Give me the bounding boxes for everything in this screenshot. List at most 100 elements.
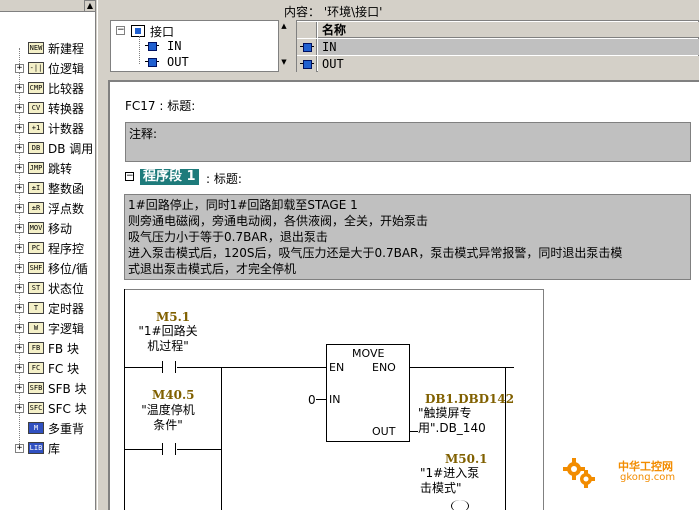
move-out-address[interactable]: DB1.DBD142 (425, 392, 514, 406)
catalog-item[interactable]: + ST 状态位 (0, 278, 96, 298)
catalog-item[interactable]: + ±I 整数函 (0, 178, 96, 198)
interface-tree-root[interactable]: 接口 (131, 23, 174, 39)
interface-table-header-name[interactable]: 名称 (318, 22, 699, 38)
catalog-item[interactable]: + FC FC 块 (0, 358, 96, 378)
content-path-label: 内容： '环境\接口' (284, 5, 383, 19)
fc-block-icon: FC (28, 362, 44, 374)
expand-plus-icon[interactable]: + (15, 123, 24, 133)
in-wire (316, 399, 326, 400)
expand-plus-icon[interactable]: + (15, 403, 24, 413)
word-logic-icon: W (28, 322, 44, 334)
catalog-item[interactable]: + PC 程序控 (0, 238, 96, 258)
tree-connector (139, 36, 140, 64)
integer-math-icon: ±I (28, 182, 44, 194)
expand-plus-icon[interactable]: + (15, 83, 24, 93)
catalog-item[interactable]: + JMP 跳转 (0, 158, 96, 178)
interface-tree-item-out[interactable]: OUT (145, 54, 189, 70)
catalog-item-label: 定时器 (48, 301, 85, 316)
interface-tree-item-in[interactable]: IN (145, 38, 181, 54)
expand-plus-icon[interactable]: + (15, 103, 24, 113)
contact-1-symbol-line: "1#回路关 (138, 324, 198, 338)
interface-tree-scrollbar[interactable]: ▲ ▼ (278, 20, 289, 72)
catalog-item[interactable]: + SFB SFB 块 (0, 378, 96, 398)
expand-plus-icon[interactable]: + (15, 203, 24, 213)
expand-plus-icon[interactable]: + (15, 223, 24, 233)
catalog-item[interactable]: + CV 转换器 (0, 98, 96, 118)
status-bits-icon: ST (28, 282, 44, 294)
interface-table-row-out[interactable]: OUT (318, 56, 699, 72)
catalog-item[interactable]: + W 字逻辑 (0, 318, 96, 338)
expand-plus-icon[interactable]: + (15, 183, 24, 193)
expand-plus-icon[interactable]: + (15, 243, 24, 253)
network-collapse-toggle[interactable]: − (125, 172, 134, 181)
expand-plus-icon[interactable]: + (15, 363, 24, 373)
expand-plus-icon[interactable]: + (15, 303, 24, 313)
catalog-item[interactable]: + +1 计数器 (0, 118, 96, 138)
catalog-item-label: 浮点数 (48, 201, 85, 216)
coil-symbol-shape[interactable] (451, 500, 469, 510)
catalog-item-label: 比较器 (48, 81, 85, 96)
coil-symbol[interactable]: "1#进入泵 击模式" (420, 466, 500, 496)
move-out-symbol[interactable]: "触摸屏专 用".DB_140 (418, 406, 498, 436)
network-comment-box[interactable]: 1#回路停止，同时1#回路卸载至STAGE 1 则旁通电磁阀，旁通电动阀，各供液… (124, 194, 691, 280)
contact-1-address[interactable]: M5.1 (156, 310, 190, 324)
network-label[interactable]: 程序段 1 (140, 169, 199, 185)
expand-plus-icon[interactable]: + (15, 283, 24, 293)
contact-1-no-contact[interactable] (162, 361, 176, 373)
interface-tree-root-label: 接口 (150, 24, 175, 39)
coil-address[interactable]: M50.1 (445, 452, 488, 466)
catalog-item[interactable]: + SHF 移位/循 (0, 258, 96, 278)
sfc-block-icon: SFC (28, 402, 44, 414)
shift-rotate-icon: SHF (28, 262, 44, 274)
move-out-symbol-line: 用".DB_140 (418, 421, 486, 435)
network-title[interactable]: : 标题: (206, 170, 242, 187)
block-comment-box[interactable]: 注释: (125, 122, 691, 162)
interface-table-row-in[interactable]: IN (318, 39, 699, 55)
input-pin-icon (145, 42, 159, 51)
expand-plus-icon[interactable]: + (15, 63, 24, 73)
output-pin-icon (300, 60, 314, 69)
rung-branch-wire (505, 367, 506, 510)
expand-plus-icon[interactable]: + (15, 383, 24, 393)
catalog-item[interactable]: + T 定时器 (0, 298, 96, 318)
catalog-item-label: 字逻辑 (48, 321, 85, 336)
catalog-item[interactable]: NEW 新建程 (0, 38, 96, 58)
catalog-item-label: 移动 (48, 221, 73, 236)
catalog-item[interactable]: + ±R 浮点数 (0, 198, 96, 218)
catalog-item[interactable]: + -|| 位逻辑 (0, 58, 96, 78)
catalog-item-label: 移位/循 (48, 261, 89, 276)
bit-logic-icon: -|| (28, 62, 44, 74)
converter-icon: CV (28, 102, 44, 114)
expand-plus-icon[interactable]: + (15, 323, 24, 333)
contact-2-no-contact[interactable] (162, 443, 176, 455)
interface-tree-collapse-toggle[interactable]: − (116, 26, 125, 35)
move-in-value[interactable]: 0 (308, 393, 316, 407)
catalog-item[interactable]: + SFC SFC 块 (0, 398, 96, 418)
catalog-item[interactable]: + CMP 比较器 (0, 78, 96, 98)
expand-plus-icon[interactable]: + (15, 143, 24, 153)
contact-2-symbol[interactable]: "温度停机 条件" (130, 403, 206, 433)
catalog-item-label: SFB 块 (48, 381, 87, 396)
rung-wire (177, 449, 221, 450)
catalog-item[interactable]: M 多重背 (0, 418, 96, 438)
expand-plus-icon[interactable]: + (15, 443, 24, 453)
counter-icon: +1 (28, 122, 44, 134)
catalog-item[interactable]: + DB DB 调用 (0, 138, 96, 158)
float-math-icon: ±R (28, 202, 44, 214)
catalog-item[interactable]: + FB FB 块 (0, 338, 96, 358)
pane-splitter[interactable] (97, 0, 107, 510)
block-title[interactable]: FC17 : 标题: (125, 97, 195, 114)
rung-wire (125, 367, 162, 368)
expand-plus-icon[interactable]: + (15, 163, 24, 173)
interface-table-corner (297, 22, 317, 38)
expand-plus-icon[interactable]: + (15, 263, 24, 273)
program-control-icon: PC (28, 242, 44, 254)
expand-plus-icon[interactable]: + (15, 343, 24, 353)
contact-1-symbol[interactable]: "1#回路关 机过程" (130, 324, 206, 354)
interface-block-icon (131, 25, 145, 37)
power-rail (124, 289, 125, 510)
catalog-item[interactable]: + MOV 移动 (0, 218, 96, 238)
network-comment-line: 则旁通电磁阀，旁通电动阀，各供液阀，全关，开始泵击 (128, 214, 429, 228)
contact-2-address[interactable]: M40.5 (152, 388, 195, 402)
catalog-item[interactable]: + LIB 库 (0, 438, 96, 458)
